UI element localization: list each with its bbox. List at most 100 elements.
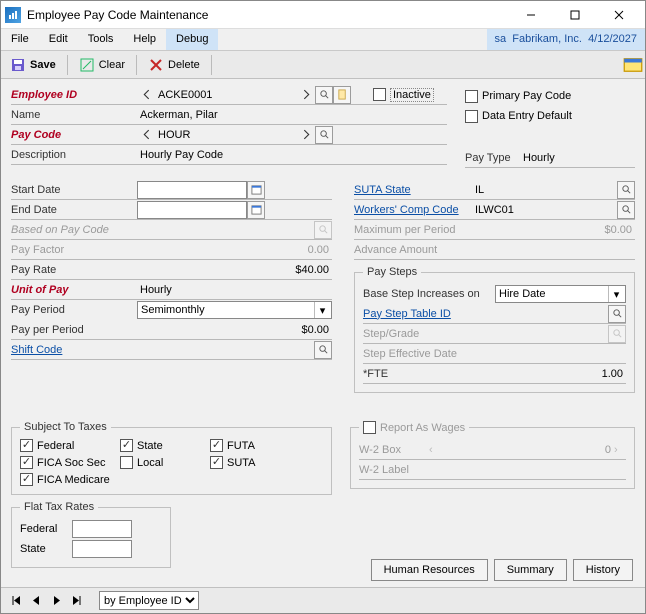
label-end-date: End Date: [11, 204, 137, 216]
minimize-button[interactable]: [509, 2, 553, 28]
chk-suta[interactable]: SUTA: [210, 456, 290, 469]
label-unit-of-pay: Unit of Pay: [11, 284, 137, 296]
pay-type-value: Hourly: [520, 149, 635, 167]
toolbar: Save Clear Delete: [1, 51, 645, 79]
lookup-paycode-icon[interactable]: [315, 126, 333, 144]
label-flat-state: State: [20, 543, 72, 555]
flat-federal-input[interactable]: [72, 520, 132, 538]
clear-button[interactable]: Clear: [72, 54, 132, 76]
chk-federal[interactable]: Federal: [20, 439, 120, 452]
lookup-wc-icon[interactable]: [617, 201, 635, 219]
chk-local[interactable]: Local: [120, 456, 210, 469]
base-step-select[interactable]: Hire Date▾: [495, 285, 626, 303]
fte-value[interactable]: 1.00: [495, 365, 626, 383]
pay-period-select[interactable]: Semimonthly ▾: [137, 301, 332, 319]
paycode-scroll-right-icon[interactable]: [297, 126, 315, 144]
chk-fica-med[interactable]: FICA Medicare: [20, 473, 120, 486]
end-date-input[interactable]: [137, 201, 247, 219]
advance-amount-value: [472, 241, 635, 259]
sort-by-select[interactable]: by Employee ID: [99, 591, 199, 610]
lookup-paystep-icon[interactable]: [608, 305, 626, 323]
clear-label: Clear: [99, 59, 125, 71]
wc-code-value[interactable]: ILWC01: [472, 201, 617, 219]
note-icon[interactable]: [333, 86, 351, 104]
pay-period-value: Semimonthly: [141, 304, 205, 316]
lookup-employee-icon[interactable]: [315, 86, 333, 104]
delete-label: Delete: [168, 59, 200, 71]
nav-prev-icon[interactable]: [27, 592, 45, 610]
chk-fica-ss[interactable]: FICA Soc Sec: [20, 456, 120, 469]
nav-first-icon[interactable]: [7, 592, 25, 610]
menu-tools[interactable]: Tools: [78, 29, 124, 50]
chk-report-wages[interactable]: Report As Wages: [363, 421, 465, 434]
chk-state[interactable]: State: [120, 439, 210, 452]
scroll-right-icon[interactable]: [297, 86, 315, 104]
delete-icon: [148, 57, 164, 73]
save-label: Save: [30, 59, 56, 71]
menu-debug[interactable]: Debug: [166, 29, 218, 50]
app-icon: [5, 7, 21, 23]
label-employee-id: Employee ID: [11, 89, 137, 101]
layout-icon[interactable]: [623, 55, 643, 75]
label-pay-factor: Pay Factor: [11, 244, 137, 256]
label-based-on: Based on Pay Code: [11, 224, 137, 236]
history-button[interactable]: History: [573, 559, 633, 581]
calendar-start-icon[interactable]: [247, 181, 265, 199]
data-entry-default-checkbox[interactable]: Data Entry Default: [465, 110, 572, 123]
chk-futa[interactable]: FUTA: [210, 439, 290, 452]
flat-tax-group: Flat Tax Rates Federal State: [11, 501, 171, 568]
label-pay-step-table[interactable]: Pay Step Table ID: [363, 308, 495, 320]
label-pay-rate: Pay Rate: [11, 264, 137, 276]
menu-edit[interactable]: Edit: [39, 29, 78, 50]
label-advance-amount: Advance Amount: [354, 244, 472, 256]
flat-state-input[interactable]: [72, 540, 132, 558]
unit-of-pay-value: Hourly: [137, 281, 332, 299]
calendar-end-icon[interactable]: [247, 201, 265, 219]
primary-paycode-label: Primary Pay Code: [482, 90, 571, 102]
label-wc-code[interactable]: Workers' Comp Code: [354, 204, 472, 216]
menu-help[interactable]: Help: [123, 29, 166, 50]
label-w2-label: W-2 Label: [359, 464, 429, 476]
max-per-period-value: $0.00: [472, 221, 635, 239]
pay-code-value[interactable]: HOUR: [155, 126, 297, 144]
close-button[interactable]: [597, 2, 641, 28]
scroll-left-icon[interactable]: [137, 86, 155, 104]
label-pay-period: Pay Period: [11, 304, 137, 316]
report-wages-label: Report As Wages: [380, 422, 465, 434]
nav-last-icon[interactable]: [67, 592, 85, 610]
subject-taxes-legend: Subject To Taxes: [20, 421, 111, 433]
context-info: sa Fabrikam, Inc. 4/12/2027: [487, 29, 646, 50]
subject-to-taxes-group: Subject To Taxes Federal State FUTA FICA…: [11, 421, 332, 495]
pay-rate-value[interactable]: $40.00: [137, 261, 332, 279]
inactive-checkbox[interactable]: Inactive: [373, 88, 434, 102]
delete-button[interactable]: Delete: [141, 54, 207, 76]
employee-id-value[interactable]: ACKE0001: [155, 86, 297, 104]
lookup-shift-icon[interactable]: [314, 341, 332, 359]
paycode-scroll-left-icon[interactable]: [137, 126, 155, 144]
save-button[interactable]: Save: [3, 54, 63, 76]
description-value[interactable]: Hourly Pay Code: [137, 146, 447, 164]
context-user: sa: [495, 33, 507, 45]
summary-button[interactable]: Summary: [494, 559, 567, 581]
label-step-eff: Step Effective Date: [363, 348, 495, 360]
label-suta-state[interactable]: SUTA State: [354, 184, 472, 196]
lookup-suta-icon[interactable]: [617, 181, 635, 199]
start-date-input[interactable]: [137, 181, 247, 199]
human-resources-button[interactable]: Human Resources: [371, 559, 488, 581]
primary-paycode-checkbox[interactable]: Primary Pay Code: [465, 90, 571, 103]
label-shift-code[interactable]: Shift Code: [11, 344, 137, 356]
pay-factor-value: 0.00: [137, 241, 332, 259]
form-body: Employee ID ACKE0001 Inactive Name Acker…: [1, 79, 645, 587]
nav-next-icon[interactable]: [47, 592, 65, 610]
label-pay-per-period: Pay per Period: [11, 324, 137, 336]
w2-box-value: 0: [441, 441, 614, 459]
menu-file[interactable]: File: [1, 29, 39, 50]
clear-icon: [79, 57, 95, 73]
pay-per-period-value[interactable]: $0.00: [137, 321, 332, 339]
suta-state-value[interactable]: IL: [472, 181, 617, 199]
label-description: Description: [11, 149, 137, 161]
label-fte: *FTE: [363, 368, 495, 380]
maximize-button[interactable]: [553, 2, 597, 28]
chevron-down-icon: ▾: [314, 302, 330, 318]
label-step-grade: Step/Grade: [363, 328, 495, 340]
